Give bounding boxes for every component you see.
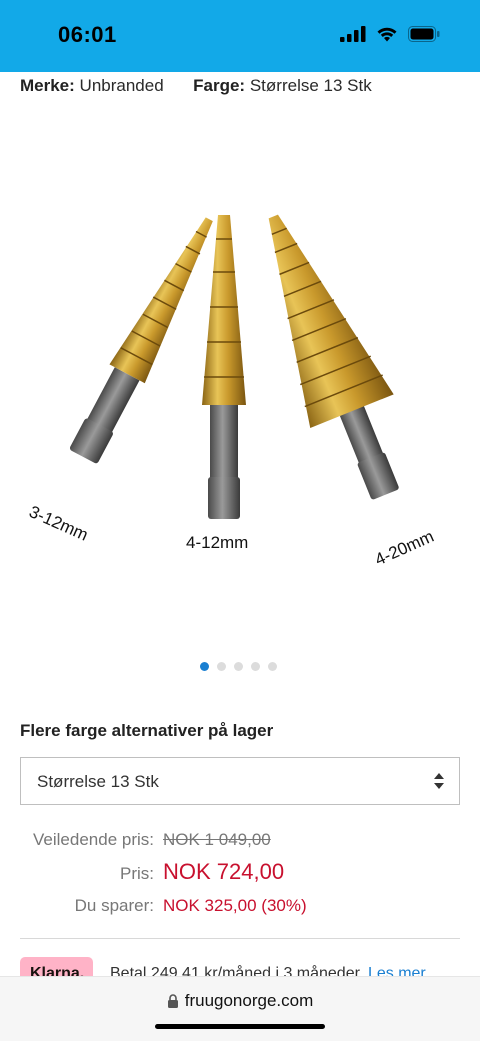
variant-select[interactable]: Størrelse 13 Stk [20,757,460,805]
url-text[interactable]: fruugonorge.com [185,991,314,1011]
savings-row: Du sparer: NOK 325,00 (30%) [0,892,480,922]
cellular-signal-icon [340,26,366,42]
carousel-dot-5[interactable] [268,662,277,671]
brand-label: Merke: [20,76,75,95]
price-row: Pris: NOK 724,00 [0,856,480,886]
carousel-dot-1[interactable] [200,662,209,671]
browser-address-bar[interactable]: fruugonorge.com [0,976,480,1041]
variant-select-value: Størrelse 13 Stk [37,772,159,791]
carousel-dot-4[interactable] [251,662,260,671]
product-image[interactable]: 3-12mm 4-12mm 4-20mm [0,112,480,642]
status-time: 06:01 [58,22,117,47]
carousel-dot-3[interactable] [234,662,243,671]
status-bar: 06:01 [0,0,480,72]
price-label: Pris: [120,864,154,883]
savings-label: Du sparer: [74,896,154,915]
home-indicator [155,1024,325,1029]
rrp-label: Veiledende pris: [33,830,154,849]
rrp-row: Veiledende pris: NOK 1 049,00 [0,826,480,856]
wifi-icon [377,27,397,42]
brand-value: Unbranded [79,76,164,95]
carousel-dots [200,662,277,671]
image-label-4-12mm: 4-12mm [186,533,249,552]
battery-icon [408,26,440,42]
select-arrows-icon [434,773,444,789]
carousel-dot-2[interactable] [217,662,226,671]
price-value: NOK 724,00 [163,859,285,884]
lock-icon [167,993,178,1008]
divider [20,938,460,939]
status-icons [340,26,440,42]
product-specs: Merke: Unbranded Farge: Størrelse 13 Stk [20,76,372,96]
color-value: Størrelse 13 Stk [249,76,372,95]
color-label: Farge: [193,76,246,95]
savings-value: NOK 325,00 (30%) [163,896,307,915]
options-title: Flere farge alternativer på lager [20,721,274,740]
rrp-value: NOK 1 049,00 [163,830,271,849]
step-drill-bits-illustration [69,214,399,519]
url-container[interactable]: fruugonorge.com [0,991,480,1011]
